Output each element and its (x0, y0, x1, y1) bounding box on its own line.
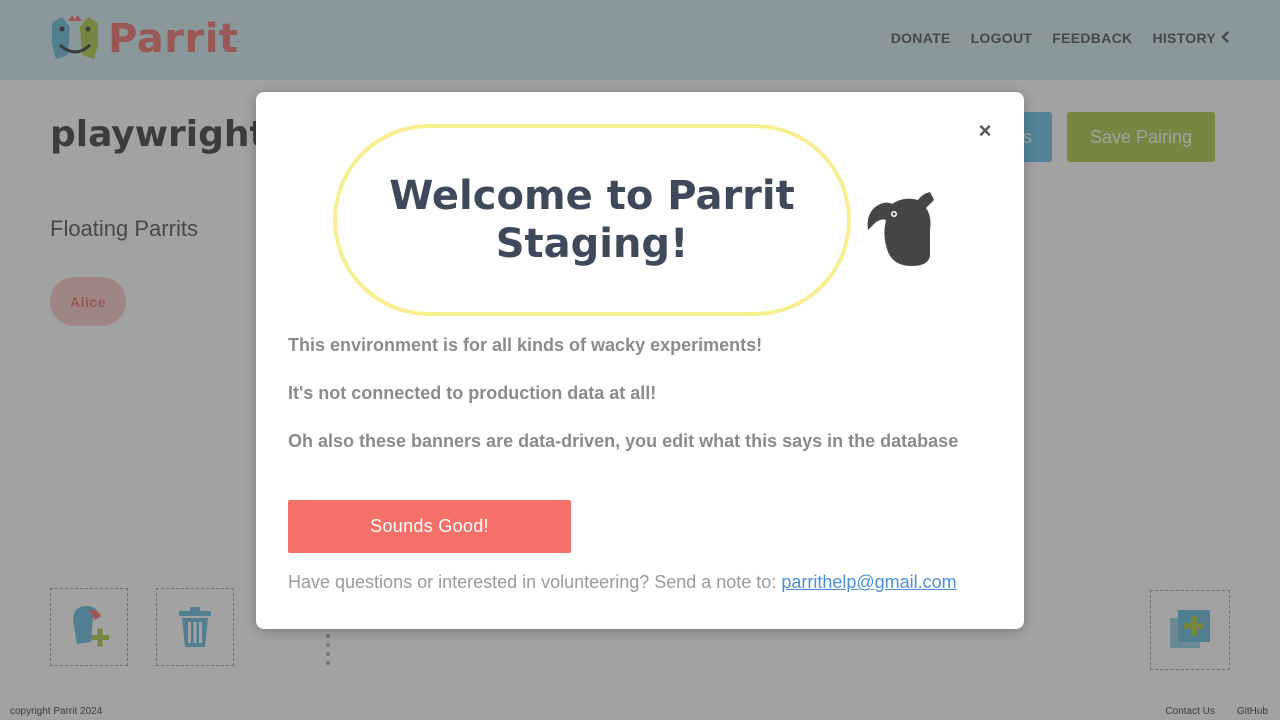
contact-email-link[interactable]: parrithelp@gmail.com (781, 572, 956, 592)
welcome-banner-modal: × Welcome to Parrit Staging! This enviro… (256, 92, 1024, 629)
close-icon[interactable]: × (973, 118, 997, 143)
contact-prefix: Have questions or interested in voluntee… (288, 572, 777, 592)
sounds-good-button[interactable]: Sounds Good! (288, 500, 571, 553)
banner-message-2: It's not connected to production data at… (288, 383, 657, 403)
welcome-banner: Welcome to Parrit Staging! (333, 124, 851, 316)
contact-line: Have questions or interested in voluntee… (288, 572, 957, 593)
parrot-head-icon (864, 186, 936, 275)
banner-message-3: Oh also these banners are data-driven, y… (288, 431, 959, 451)
welcome-title: Welcome to Parrit Staging! (389, 173, 795, 267)
banner-message-1: This environment is for all kinds of wac… (288, 335, 763, 355)
